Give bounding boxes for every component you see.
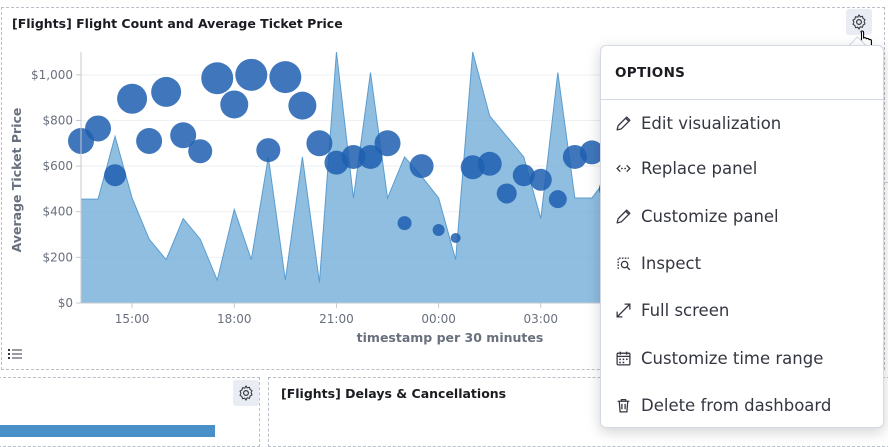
bubble-point	[288, 91, 317, 120]
bubble-point	[477, 151, 502, 176]
bubble-point	[529, 168, 552, 191]
menu-item-delete-from-dashboard[interactable]: Delete from dashboard	[601, 385, 883, 425]
menu-item-label: Customize panel	[641, 206, 779, 226]
divider	[601, 99, 883, 100]
bubble-point	[306, 130, 333, 157]
panel-title: [Flights] Delays & Cancellations	[281, 386, 507, 401]
menu-item-label: Edit visualization	[641, 113, 782, 133]
trash-icon	[614, 396, 632, 414]
bubble-point	[256, 138, 281, 163]
menu-item-edit-visualization[interactable]: Edit visualization	[601, 103, 883, 143]
menu-item-customize-time-range[interactable]: Customize time range	[601, 338, 883, 378]
bubble-point	[235, 58, 268, 91]
bubble-point	[104, 164, 127, 187]
y-tick-label: $0	[58, 296, 73, 310]
swap-icon	[614, 159, 632, 177]
y-tick-label: $800	[42, 113, 73, 127]
x-tick-label: 15:00	[115, 312, 150, 326]
lower-panel-options-button[interactable]	[233, 380, 259, 406]
bubble-point	[397, 216, 412, 231]
bubble-point	[220, 90, 249, 119]
y-tick-label: $1,000	[31, 68, 73, 82]
menu-item-label: Delete from dashboard	[641, 395, 832, 415]
y-axis-label: Average Ticket Price	[9, 108, 24, 253]
y-tick-label: $600	[42, 159, 73, 173]
y-tick-label: $200	[42, 250, 73, 264]
x-axis-label: timestamp per 30 minutes	[357, 330, 544, 345]
options-menu: OPTIONS Edit visualization Replace panel…	[600, 45, 884, 428]
legend-toggle-icon[interactable]	[8, 348, 22, 360]
x-tick-label: 03:00	[523, 312, 558, 326]
bubble-point	[117, 83, 148, 114]
menu-item-full-screen[interactable]: Full screen	[601, 290, 883, 330]
bubble-point	[374, 130, 401, 157]
menu-item-label: Customize time range	[641, 348, 824, 368]
bubble-point	[409, 154, 434, 179]
bubble-point	[85, 115, 112, 142]
expand-icon	[614, 301, 632, 319]
pencil-icon	[614, 114, 632, 132]
bubble-point	[269, 61, 302, 94]
bubble-point	[432, 223, 445, 236]
inspect-icon	[614, 254, 632, 272]
bubble-point	[548, 190, 567, 209]
menu-item-replace-panel[interactable]: Replace panel	[601, 148, 883, 188]
menu-item-customize-panel[interactable]: Customize panel	[601, 196, 883, 236]
menu-item-label: Full screen	[641, 300, 730, 320]
menu-item-inspect[interactable]: Inspect	[601, 243, 883, 283]
bubble-point	[136, 127, 163, 154]
bubble-point	[450, 232, 461, 243]
gear-icon	[239, 385, 253, 401]
menu-item-label: Inspect	[641, 253, 702, 273]
pencil-icon	[614, 207, 632, 225]
x-tick-label: 18:00	[217, 312, 252, 326]
bubble-point	[188, 139, 213, 164]
x-tick-label: 21:00	[319, 312, 354, 326]
bubble-point	[151, 76, 182, 107]
y-tick-label: $400	[42, 205, 73, 219]
bubble-point	[201, 62, 234, 95]
bubble-point	[496, 183, 517, 204]
menu-item-label: Replace panel	[641, 158, 758, 178]
options-menu-title: OPTIONS	[615, 65, 686, 81]
x-tick-label: 00:00	[421, 312, 456, 326]
calendar-icon	[614, 349, 632, 367]
bar-mark	[0, 425, 215, 437]
